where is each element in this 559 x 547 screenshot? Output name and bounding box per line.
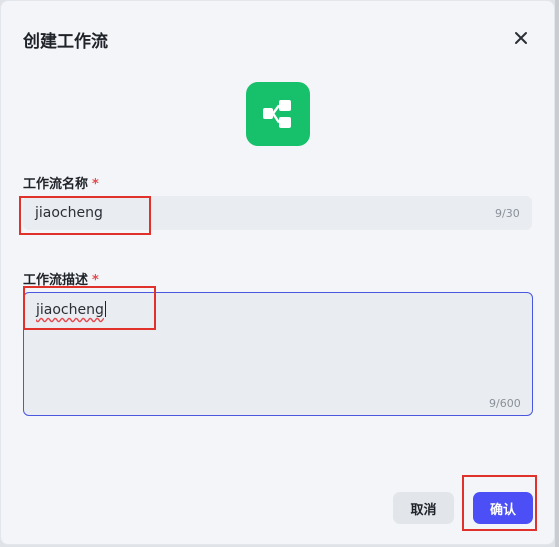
name-label-text: 工作流名称 — [23, 177, 89, 192]
workflow-name-input[interactable]: jiaocheng — [23, 196, 532, 230]
confirm-button[interactable]: 确认 — [473, 492, 533, 524]
text-caret — [104, 301, 106, 317]
required-mark: * — [92, 177, 99, 192]
desc-field-label: 工作流描述 * — [23, 269, 99, 288]
workflow-description-value: jiaocheng — [36, 302, 104, 318]
name-field-label: 工作流名称 * — [23, 173, 99, 192]
workflow-icon[interactable] — [246, 82, 310, 146]
background-edge — [555, 0, 559, 547]
workflow-name-value: jiaocheng — [35, 205, 103, 221]
close-icon — [514, 30, 528, 49]
dialog-title: 创建工作流 — [23, 32, 108, 52]
cancel-button[interactable]: 取消 — [393, 492, 454, 524]
workflow-description-textarea[interactable]: jiaocheng — [23, 292, 533, 416]
create-workflow-dialog: 创建工作流 工作流名称 * jiaocheng 9/30 工作流描述 * jiaoc… — [0, 0, 555, 545]
required-mark: * — [92, 273, 99, 288]
desc-label-text: 工作流描述 — [23, 273, 89, 288]
close-button[interactable] — [510, 28, 532, 50]
desc-char-count: 9/600 — [489, 397, 521, 410]
name-char-count: 9/30 — [495, 207, 520, 220]
